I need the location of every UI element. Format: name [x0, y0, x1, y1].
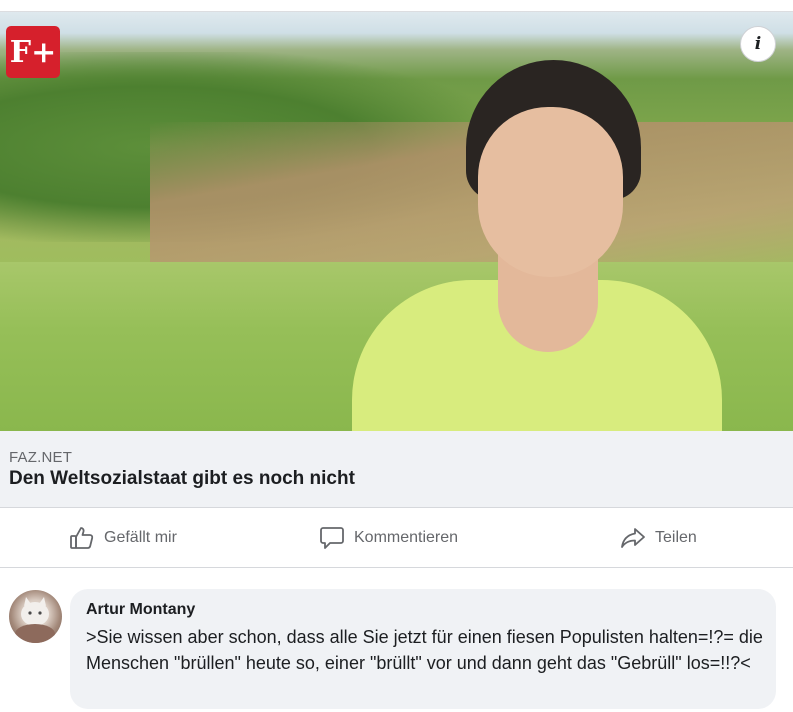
like-label: Gefällt mir [104, 528, 177, 546]
speech-bubble-icon [319, 525, 345, 551]
share-label: Teilen [655, 528, 697, 546]
share-arrow-icon [620, 525, 646, 551]
comment-bubble: Artur Montany >Sie wissen aber schon, da… [70, 589, 776, 709]
info-icon[interactable]: i [740, 26, 776, 62]
action-bar: Gefällt mir Kommentieren Teilen [0, 508, 793, 568]
comment-author[interactable]: Artur Montany [86, 601, 195, 619]
link-preview-box[interactable]: FAZ.NET Den Weltsozialstaat gibt es noch… [0, 431, 793, 508]
person-face [478, 107, 623, 277]
comment-text: >Sie wissen aber schon, dass alle Sie je… [86, 627, 763, 673]
facebook-post: F+ i FAZ.NET Den Weltsozialstaat gibt es… [0, 0, 793, 712]
comment-button[interactable]: Kommentieren [319, 508, 458, 567]
comment: Artur Montany >Sie wissen aber schon, da… [0, 568, 793, 712]
link-preview-image[interactable]: F+ i [0, 12, 793, 431]
share-button[interactable]: Teilen [620, 508, 697, 567]
link-domain: FAZ.NET [9, 449, 73, 466]
faz-plus-logo: F+ [6, 26, 60, 78]
comment-label: Kommentieren [354, 528, 459, 546]
avatar[interactable] [9, 590, 62, 643]
like-button[interactable]: Gefällt mir [69, 508, 177, 567]
thumbs-up-icon [69, 525, 95, 551]
link-title: Den Weltsozialstaat gibt es noch nicht [9, 468, 355, 489]
